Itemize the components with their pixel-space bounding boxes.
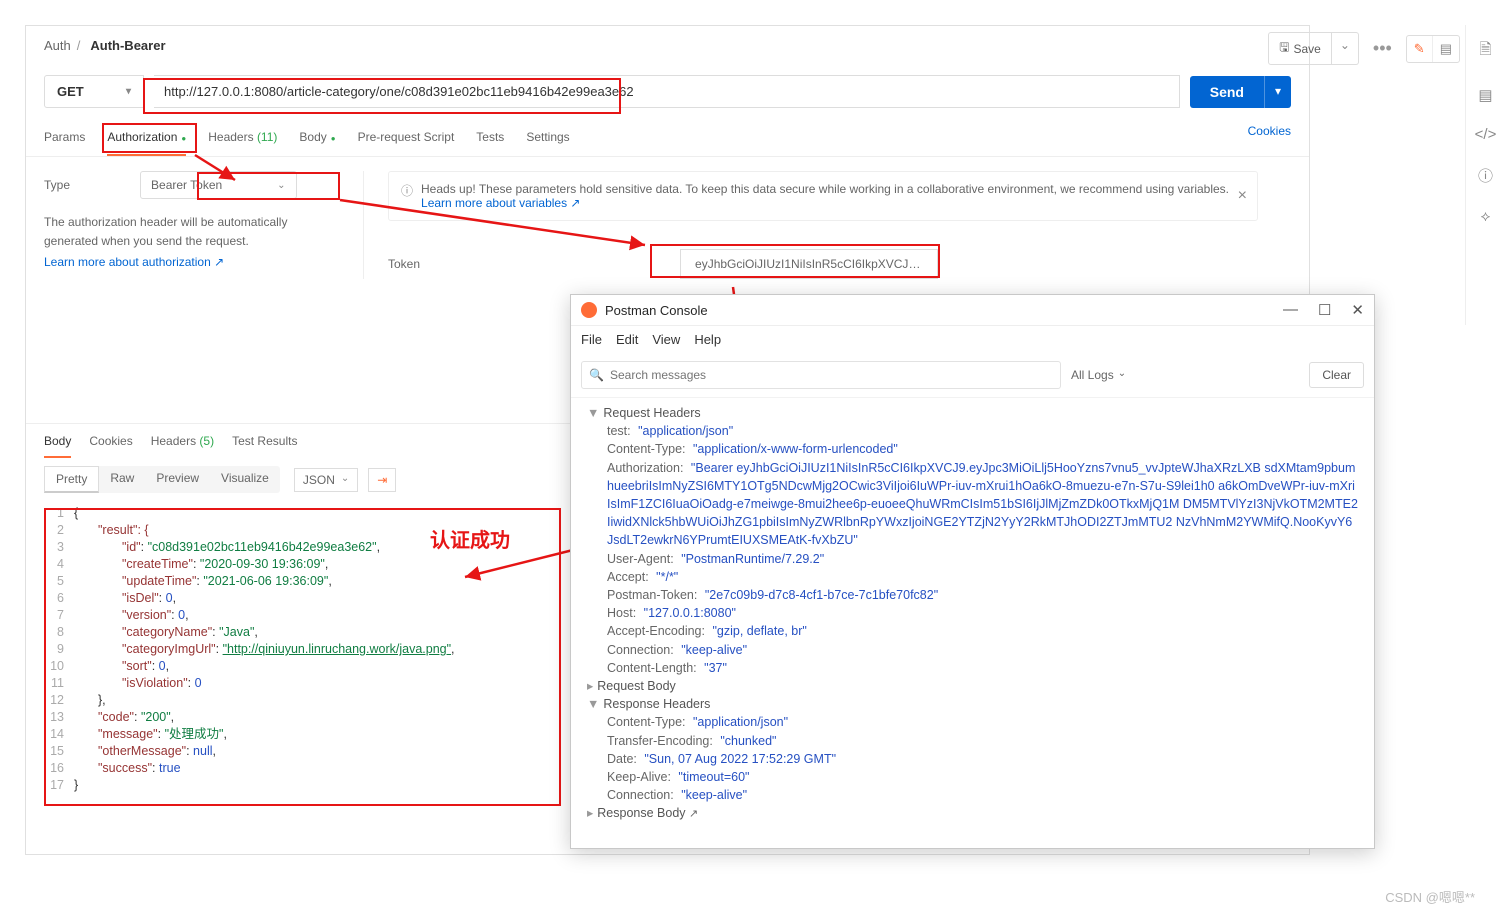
- clear-button[interactable]: Clear: [1309, 362, 1364, 388]
- method-label: GET: [57, 84, 84, 99]
- maximize-icon[interactable]: ☐: [1318, 301, 1331, 319]
- annotation-box: [650, 244, 940, 278]
- view-pretty[interactable]: Pretty: [44, 466, 99, 493]
- close-icon[interactable]: ✕: [1351, 301, 1364, 319]
- view-visualize[interactable]: Visualize: [210, 466, 280, 493]
- console-titlebar[interactable]: Postman Console — ☐ ✕: [571, 295, 1374, 326]
- breadcrumb-parent[interactable]: Auth: [44, 38, 71, 53]
- save-dropdown[interactable]: ⌄: [1332, 32, 1359, 65]
- tab-body[interactable]: Body: [299, 124, 335, 156]
- right-rail: 🗎 ▤ </> ⓘ ⟡: [1465, 25, 1505, 325]
- view-preview[interactable]: Preview: [145, 466, 210, 493]
- bulb-icon[interactable]: ⟡: [1481, 208, 1491, 225]
- comment-icon[interactable]: ▤: [1433, 36, 1459, 62]
- postman-icon: [581, 302, 597, 318]
- wrap-icon[interactable]: ⇥: [368, 468, 396, 492]
- view-raw[interactable]: Raw: [99, 466, 145, 493]
- method-select[interactable]: GET ▾: [44, 75, 144, 108]
- token-label: Token: [388, 257, 420, 271]
- save-button[interactable]: 🖫Save: [1268, 32, 1332, 65]
- more-icon[interactable]: •••: [1367, 38, 1398, 59]
- menu-view[interactable]: View: [652, 332, 680, 347]
- resp-tab-testresults[interactable]: Test Results: [232, 434, 297, 458]
- resp-tab-body[interactable]: Body: [44, 434, 71, 458]
- watermark: CSDN @嗯嗯**: [1385, 887, 1475, 906]
- console-search-input[interactable]: [581, 361, 1061, 389]
- chevron-down-icon: ▾: [126, 86, 131, 97]
- annotation-box: [143, 78, 621, 114]
- console-toolbar: 🔍 All Logs⌄ Clear: [571, 353, 1374, 398]
- annotation-box: [102, 123, 197, 153]
- headsup-banner: ⓘ Heads up! These parameters hold sensit…: [388, 171, 1258, 221]
- tab-prerequest[interactable]: Pre-request Script: [358, 124, 455, 156]
- code-icon[interactable]: </>: [1475, 126, 1497, 143]
- tab-headers[interactable]: Headers (11): [208, 124, 277, 156]
- save-icon: 🖫: [1279, 38, 1289, 59]
- console-body[interactable]: ▼Request Headers test: "application/json…: [571, 398, 1374, 830]
- info-icon[interactable]: ⓘ: [1478, 165, 1493, 186]
- send-dropdown[interactable]: ▾: [1264, 76, 1291, 108]
- top-actions: 🖫Save ⌄ ••• ✎ ▤: [1268, 32, 1460, 65]
- console-menu: File Edit View Help: [571, 326, 1374, 353]
- headsup-text: Heads up! These parameters hold sensitiv…: [421, 182, 1229, 196]
- auth-learn-link[interactable]: Learn more about authorization ↗: [44, 255, 343, 269]
- breadcrumb: Auth / Auth-Bearer: [26, 26, 1309, 65]
- tab-tests[interactable]: Tests: [476, 124, 504, 156]
- tab-settings[interactable]: Settings: [526, 124, 569, 156]
- annotation-box: [197, 172, 340, 200]
- close-icon[interactable]: ×: [1238, 187, 1247, 205]
- breadcrumb-current[interactable]: Auth-Bearer: [90, 38, 165, 53]
- send-button[interactable]: Send: [1190, 76, 1264, 108]
- external-icon[interactable]: ↗: [689, 808, 698, 820]
- docs-icon[interactable]: 🗎: [1479, 39, 1491, 64]
- request-tabs: Params Authorization Headers (11) Body P…: [26, 118, 1309, 157]
- search-icon: 🔍: [589, 368, 604, 382]
- cookies-link[interactable]: Cookies: [1248, 124, 1291, 156]
- resp-tab-cookies[interactable]: Cookies: [89, 434, 132, 458]
- edit-icon[interactable]: ✎: [1407, 36, 1433, 62]
- postman-console-window: Postman Console — ☐ ✕ File Edit View Hel…: [570, 294, 1375, 849]
- info-icon: ⓘ: [401, 182, 413, 210]
- comments-icon[interactable]: ▤: [1478, 86, 1492, 104]
- minimize-icon[interactable]: —: [1283, 301, 1298, 319]
- menu-file[interactable]: File: [581, 332, 602, 347]
- menu-edit[interactable]: Edit: [616, 332, 638, 347]
- headsup-link[interactable]: Learn more about variables ↗: [421, 196, 580, 210]
- console-title: Postman Console: [605, 303, 708, 318]
- annotation-label: 认证成功: [430, 524, 510, 553]
- resp-tab-headers[interactable]: Headers (5): [151, 434, 214, 458]
- log-filter[interactable]: All Logs⌄: [1071, 368, 1126, 382]
- format-select[interactable]: JSON⌄: [294, 468, 358, 492]
- tab-params[interactable]: Params: [44, 124, 85, 156]
- type-label: Type: [44, 178, 70, 192]
- auth-hint: The authorization header will be automat…: [44, 213, 343, 251]
- menu-help[interactable]: Help: [694, 332, 721, 347]
